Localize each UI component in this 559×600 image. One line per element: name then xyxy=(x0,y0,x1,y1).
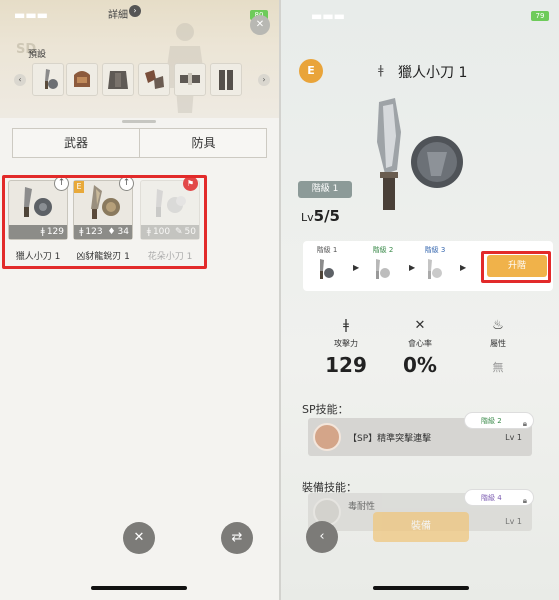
tab-armor[interactable]: 防具 xyxy=(140,129,267,157)
tab-weapon[interactable]: 武器 xyxy=(13,129,140,157)
status-bar: ▬▬▬ 80 xyxy=(0,0,279,30)
weapon-type-icon: ǂ xyxy=(378,63,384,77)
helmet-icon xyxy=(74,71,90,87)
preset-label: 預設 xyxy=(28,50,47,60)
stat-attack: ǂ 攻擊力 129 xyxy=(316,318,376,377)
stage-progression: 階級 1 ▶ 階級 2 ▶ 階級 3 ▶ 升階 xyxy=(303,241,553,291)
drag-handle[interactable] xyxy=(122,120,156,123)
preset-slot-weapon[interactable] xyxy=(32,63,64,96)
preset-slot-chest[interactable] xyxy=(102,63,134,96)
preset-slot-waist[interactable] xyxy=(174,63,206,96)
close-icon[interactable]: ✕ xyxy=(250,15,270,35)
lock-requirement: 階級 2 🔒︎ xyxy=(464,412,534,429)
lock-requirement: 階級 4 🔒︎ xyxy=(464,489,534,506)
arrow-right-icon: ▶ xyxy=(353,263,360,272)
gauntlet-icon xyxy=(145,70,164,89)
attack-icon: ǂ xyxy=(343,318,349,333)
lock-icon: 🔒︎ xyxy=(522,496,527,505)
highlight-box xyxy=(2,175,207,269)
close-button[interactable]: ✕ xyxy=(123,522,155,554)
knife-icon xyxy=(428,259,442,279)
weapon-art xyxy=(377,98,463,210)
arrow-right-icon: ▶ xyxy=(460,263,467,272)
left-panel: ▬▬▬ 80 詳細 › ✕ SD 預設 ‹ xyxy=(0,0,279,600)
battery-icon: 79 xyxy=(531,11,549,21)
stat-critical: ✕ 會心率 0% xyxy=(390,318,450,377)
knife-icon xyxy=(320,259,334,279)
equipment-tabs: 武器 防具 xyxy=(12,128,267,158)
swap-button[interactable]: ⇄ xyxy=(221,522,253,554)
item-title: 獵人小刀 1 xyxy=(398,65,468,81)
right-panel: ▬▬▬ 79 E ǂ 獵人小刀 1 階級 1 Lv5/5 階級 1 ▶ 階級 2… xyxy=(281,0,559,600)
leg-armor-icon xyxy=(219,70,233,90)
home-indicator xyxy=(373,586,469,590)
stage-badge: 階級 1 xyxy=(298,181,352,198)
stage-2-label: 階級 2 xyxy=(372,246,394,254)
waist-armor-icon xyxy=(180,73,200,85)
skill-icon xyxy=(313,423,341,451)
status-time: ▬▬▬ xyxy=(14,8,49,22)
detail-link[interactable]: 詳細 xyxy=(108,6,128,21)
chest-armor-icon xyxy=(108,71,128,89)
preset-slot-head[interactable] xyxy=(66,63,98,96)
arrow-right-icon: ▶ xyxy=(409,263,416,272)
level-text: Lv5/5 xyxy=(301,207,340,225)
home-indicator xyxy=(91,586,187,590)
detail-arrow-icon[interactable]: › xyxy=(129,5,141,17)
stage-3-label: 階級 3 xyxy=(424,246,446,254)
status-time: ▬▬▬ xyxy=(311,9,346,23)
element-icon: ♨ xyxy=(492,318,504,333)
preset-slot-legs[interactable] xyxy=(210,63,242,96)
preset-slot-arms[interactable] xyxy=(138,63,170,96)
knife-icon xyxy=(376,259,390,279)
chevron-left-icon[interactable]: ‹ xyxy=(14,74,26,86)
sp-skill-title: SP技能： xyxy=(302,403,349,416)
knife-icon xyxy=(45,69,58,89)
rank-e-badge: E xyxy=(299,59,323,83)
highlight-box xyxy=(481,251,551,283)
chevron-right-icon[interactable]: › xyxy=(258,74,270,86)
crit-icon: ✕ xyxy=(414,318,426,333)
equip-button[interactable]: 裝備 xyxy=(373,512,469,542)
stat-element: ♨ 屬性 無 xyxy=(468,318,528,375)
preset-row: ‹ › xyxy=(14,63,274,99)
lock-icon: 🔒︎ xyxy=(522,419,527,428)
stage-1-label: 階級 1 xyxy=(316,246,338,254)
back-button[interactable]: ‹ xyxy=(306,521,338,553)
